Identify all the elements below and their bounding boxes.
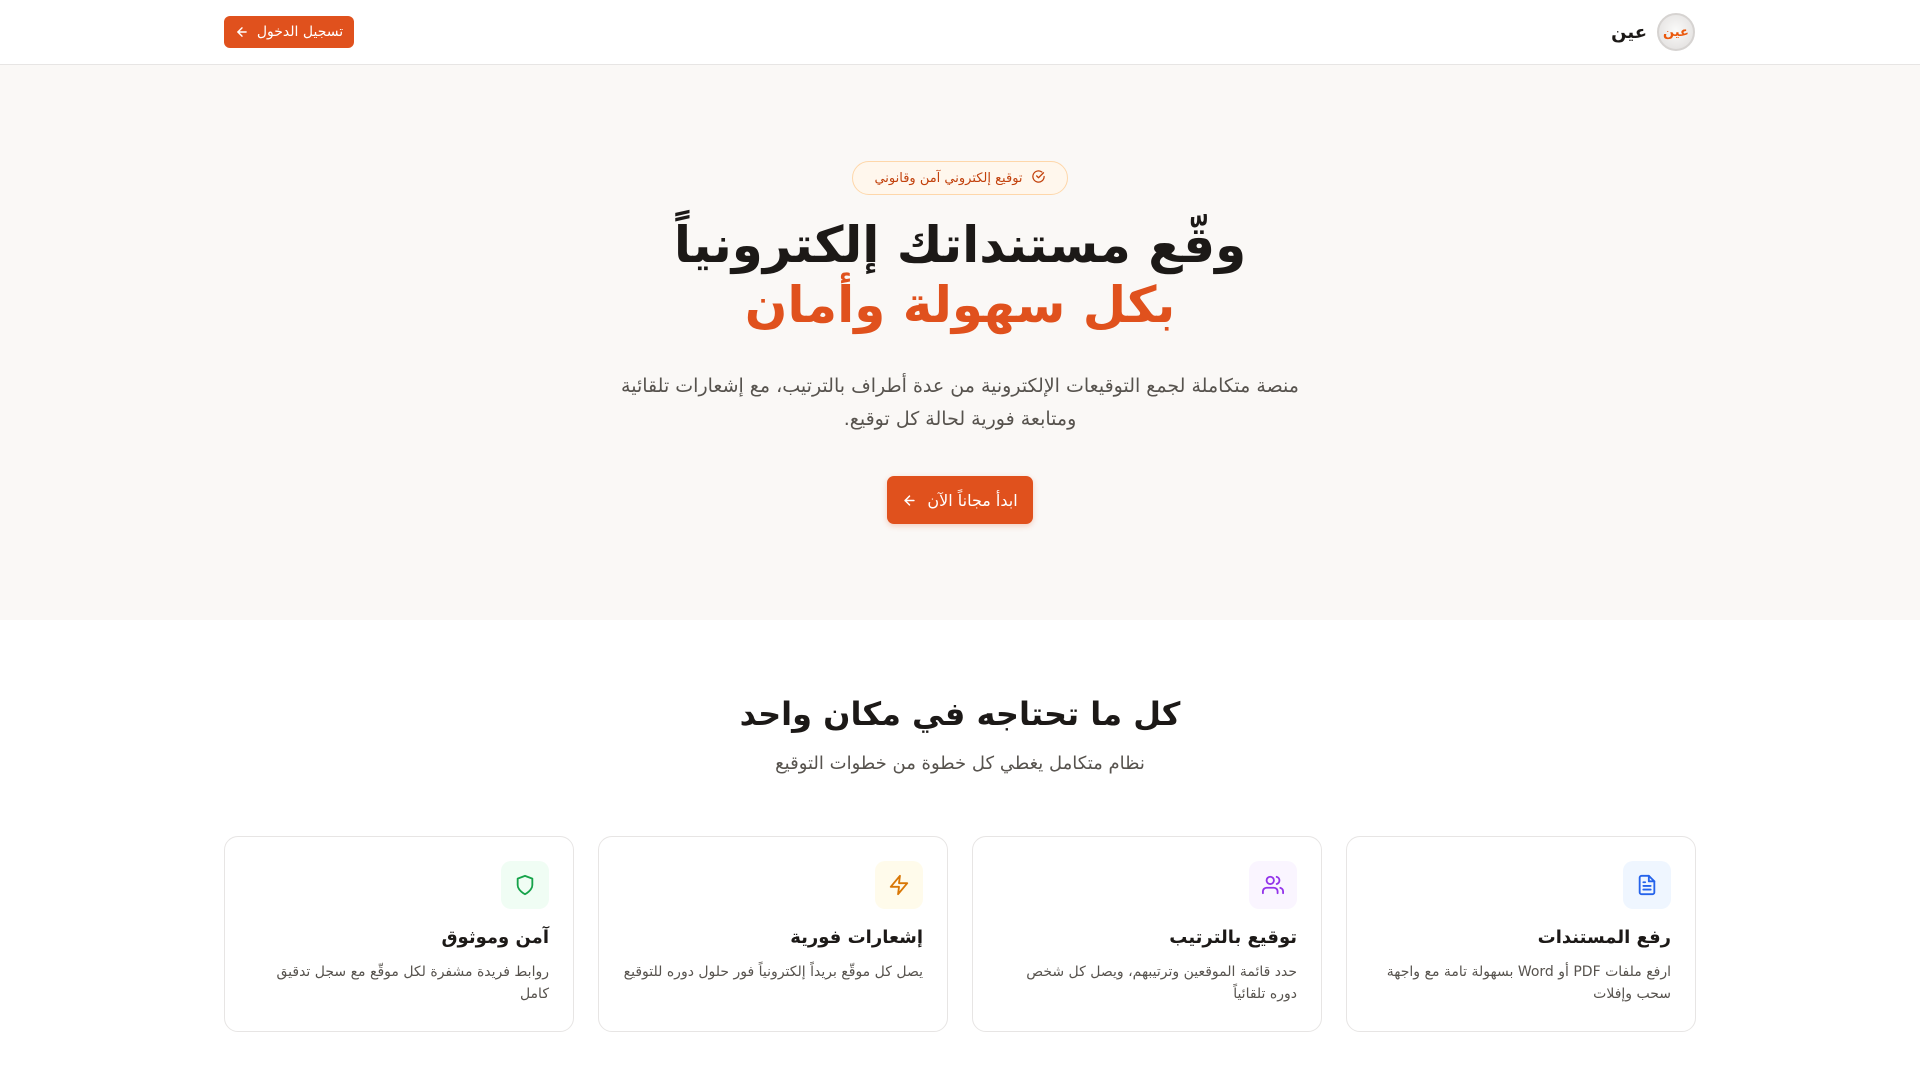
- brand-logo-text: عين: [1663, 24, 1689, 40]
- security-badge: توقيع إلكتروني آمن وقانوني: [852, 161, 1068, 195]
- feature-card-description: حدد قائمة الموقعين وترتيبهم، ويصل كل شخص…: [1026, 964, 1297, 1002]
- badge-text: توقيع إلكتروني آمن وقانوني: [874, 170, 1023, 186]
- feature-cards: رفع المستندات ارفع ملفات PDF أو Word بسه…: [224, 836, 1696, 1032]
- feature-card-title: إشعارات فورية: [790, 927, 923, 948]
- hero-section: توقيع إلكتروني آمن وقانوني وقّع مستنداتك…: [0, 65, 1920, 620]
- start-free-button-label: ابدأ مجاناً الآن: [927, 490, 1018, 510]
- feature-card-ordered-signing: توقيع بالترتيب حدد قائمة الموقعين وترتيب…: [972, 836, 1322, 1032]
- feature-card-description: ارفع ملفات PDF أو Word بسهولة تامة مع وا…: [1386, 964, 1671, 1002]
- top-navbar: عين عين تسجيل الدخول: [0, 0, 1920, 65]
- login-button-label: تسجيل الدخول: [256, 24, 344, 40]
- hero-title: وقّع مستنداتك إلكترونياً بكل سهولة وأمان: [0, 215, 1920, 335]
- brand-name: عين: [1611, 21, 1647, 43]
- features-subtitle: نظام متكامل يغطي كل خطوة من خطوات التوقي…: [775, 753, 1145, 774]
- feature-card-title: رفع المستندات: [1537, 927, 1671, 948]
- start-free-button[interactable]: ابدأ مجاناً الآن: [887, 476, 1033, 524]
- brand[interactable]: عين عين: [1611, 13, 1695, 51]
- feature-card-secure: آمن وموثوق روابط فريدة مشفرة لكل موقّع م…: [224, 836, 574, 1032]
- feature-card-notifications: إشعارات فورية يصل كل موقّع بريداً إلكترو…: [598, 836, 948, 1032]
- brand-logo: عين: [1657, 13, 1695, 51]
- feature-card-upload: رفع المستندات ارفع ملفات PDF أو Word بسه…: [1346, 836, 1696, 1032]
- arrow-left-icon: [902, 493, 917, 508]
- hero-title-line1: وقّع مستنداتك إلكترونياً: [673, 216, 1247, 274]
- shield-icon: [501, 861, 549, 909]
- hero-description: منصة متكاملة لجمع التوقيعات الإلكترونية …: [621, 375, 1299, 430]
- hero-title-line2: بكل سهولة وأمان: [744, 276, 1176, 334]
- login-button[interactable]: تسجيل الدخول: [224, 16, 354, 48]
- features-title: كل ما تحتاجه في مكان واحد: [739, 695, 1181, 733]
- feature-card-description: روابط فريدة مشفرة لكل موقّع مع سجل تدقيق…: [276, 964, 549, 1002]
- lightning-icon: [875, 861, 923, 909]
- users-icon: [1249, 861, 1297, 909]
- check-circle-icon: [1031, 169, 1046, 188]
- feature-card-title: آمن وموثوق: [441, 927, 549, 948]
- feature-card-description: يصل كل موقّع بريداً إلكترونياً فور حلول …: [623, 964, 923, 980]
- arrow-left-icon: [235, 25, 249, 39]
- feature-card-title: توقيع بالترتيب: [1169, 927, 1297, 948]
- file-text-icon: [1623, 861, 1671, 909]
